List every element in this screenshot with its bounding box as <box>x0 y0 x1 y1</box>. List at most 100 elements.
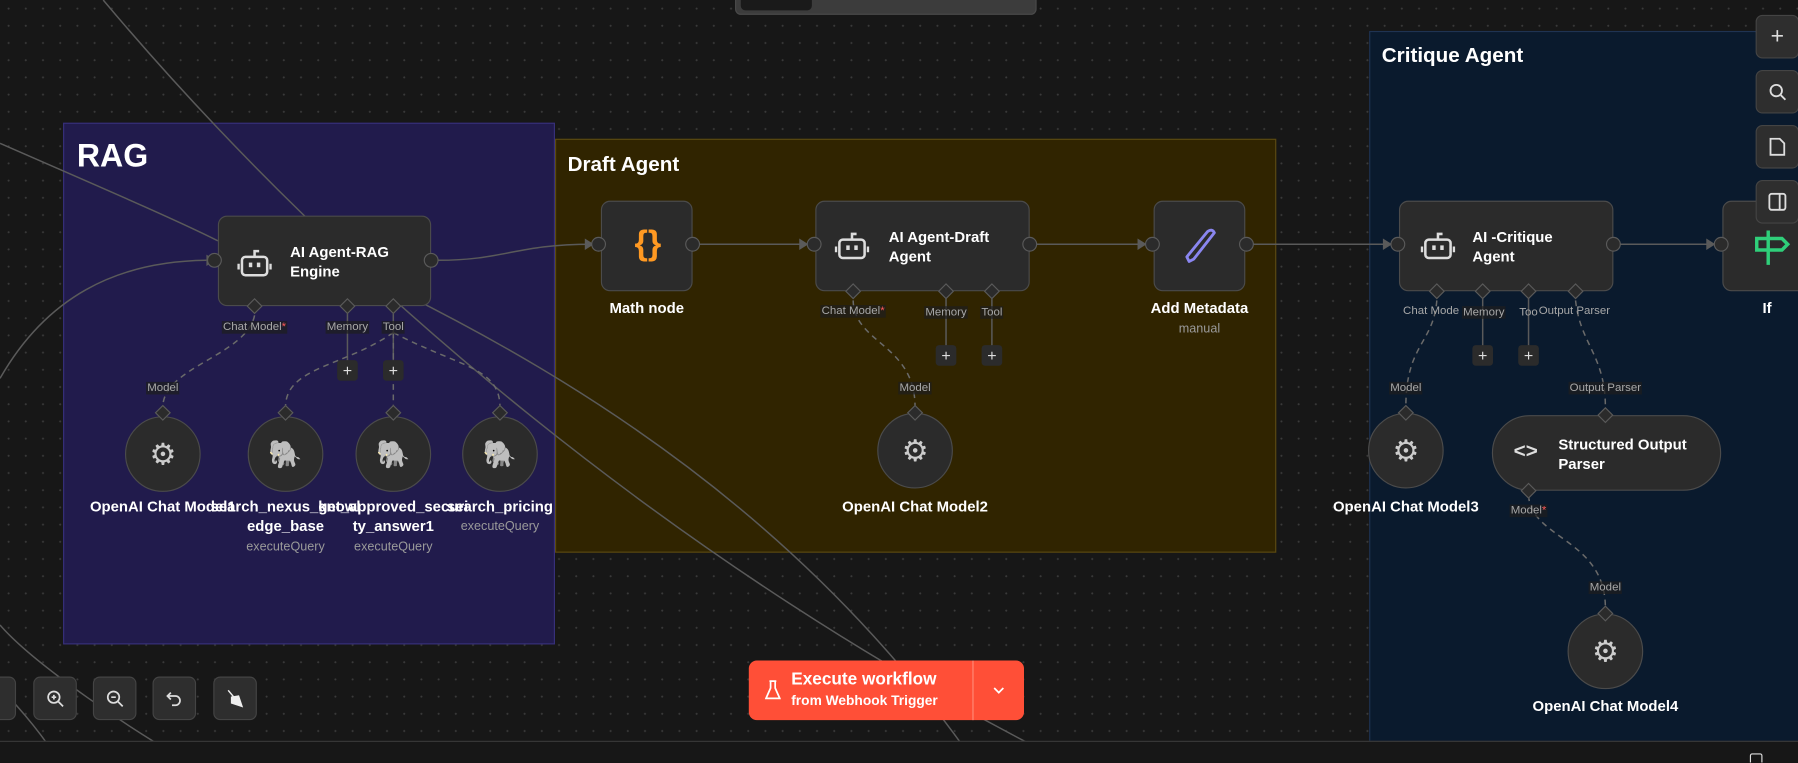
input-handle[interactable] <box>1144 236 1160 252</box>
search-icon <box>1769 83 1787 101</box>
add-tool-button[interactable]: + <box>981 345 1003 366</box>
node-openai-chat-model2[interactable]: ⚙ <box>877 412 953 489</box>
search-button[interactable] <box>1755 69 1798 114</box>
output-handle[interactable] <box>685 236 701 252</box>
robot-icon <box>834 232 870 260</box>
node-ai-agent-draft[interactable]: AI Agent-Draft Agent <box>815 200 1030 292</box>
port-label-model: Model <box>146 381 180 395</box>
port-label-model: Model* <box>1509 504 1548 518</box>
zoom-out-button[interactable] <box>92 676 137 721</box>
node-subtitle: manual <box>1178 322 1221 336</box>
node-name: get_approved_securi ty_answer1 <box>318 497 469 535</box>
node-name: OpenAI Chat Model4 <box>1532 697 1679 715</box>
add-memory-button[interactable]: + <box>935 345 957 366</box>
node-name: Math node <box>609 299 685 317</box>
output-handle[interactable] <box>1605 236 1621 252</box>
openai-icon: ⚙ <box>1392 432 1420 468</box>
chevron-down-icon[interactable] <box>974 660 1024 720</box>
execute-workflow-button[interactable]: Execute workflow from Webhook Trigger <box>748 660 1025 721</box>
node-search-pricing[interactable]: 🐘 <box>462 416 538 492</box>
undo-button[interactable] <box>152 676 197 721</box>
node-name: OpenAI Chat Model2 <box>842 497 988 515</box>
undo-icon <box>166 691 181 707</box>
execute-title: Execute workflow <box>791 669 937 690</box>
fit-view-button[interactable] <box>0 676 17 721</box>
postgres-icon: 🐘 <box>268 438 303 470</box>
node-subtitle: executeQuery <box>246 540 325 554</box>
port-label-tool: Tool <box>980 306 1004 319</box>
node-get-approved-security-answer[interactable]: 🐘 <box>355 416 432 492</box>
input-handle[interactable] <box>1713 236 1729 252</box>
node-title: AI Agent-Draft Agent <box>888 228 990 265</box>
input-handle[interactable] <box>806 236 822 252</box>
node-ai-critique-agent[interactable]: AI -Critique Agent <box>1398 200 1614 292</box>
edge-into-rag <box>0 259 207 379</box>
add-tool-button[interactable]: + <box>382 360 404 381</box>
openai-icon: ⚙ <box>901 432 929 468</box>
port-label-output-parser: Output Parser <box>1568 381 1643 395</box>
code-icon: <> <box>1513 439 1538 463</box>
bg-edge <box>0 142 219 242</box>
node-openai-chat-model4[interactable]: ⚙ <box>1567 613 1644 690</box>
node-openai-chat-model1[interactable]: ⚙ <box>124 416 201 492</box>
signpost-icon <box>1755 230 1791 265</box>
panel-icon <box>1768 192 1787 211</box>
node-name: If <box>1762 299 1772 317</box>
openai-icon: ⚙ <box>1592 633 1619 668</box>
node-openai-chat-model3[interactable]: ⚙ <box>1368 412 1444 489</box>
node-name: OpenAI Chat Model3 <box>1332 497 1479 515</box>
bottom-panel-bar[interactable] <box>0 740 1798 763</box>
note-icon <box>1769 137 1786 156</box>
port-label-model: Model <box>1389 381 1423 395</box>
node-subtitle: executeQuery <box>460 519 540 534</box>
dash-edge <box>392 331 501 408</box>
toggle-panel-button[interactable] <box>1755 180 1798 224</box>
zoom-in-button[interactable] <box>33 676 77 721</box>
node-title: AI Agent-RAG Engine <box>290 243 389 280</box>
robot-icon <box>237 249 272 277</box>
port-label-memory: Memory <box>924 306 968 319</box>
add-tool-button[interactable]: + <box>1518 345 1539 366</box>
node-structured-output-parser[interactable]: <> Structured Output Parser <box>1491 415 1722 491</box>
node-title: Structured Output Parser <box>1558 435 1687 473</box>
node-subtitle: executeQuery <box>354 540 433 554</box>
port-label-chat-model: Chat Mode <box>1403 305 1460 318</box>
node-ai-agent-rag[interactable]: AI Agent-RAG Engine <box>217 215 432 307</box>
plus-icon: + <box>1770 23 1785 49</box>
node-title: AI -Critique Agent <box>1472 228 1553 265</box>
edge-rag-math <box>438 243 592 262</box>
add-memory-button[interactable]: + <box>337 360 358 381</box>
tidy-up-button[interactable] <box>213 676 257 721</box>
port-label-memory: Memory <box>325 321 370 334</box>
add-memory-button[interactable]: + <box>1472 345 1494 366</box>
expand-icon[interactable] <box>1749 753 1763 763</box>
node-add-metadata[interactable] <box>1153 200 1246 292</box>
port-label-model: Model <box>1588 581 1623 594</box>
broom-icon <box>227 689 244 708</box>
port-label-model: Model <box>898 381 932 395</box>
node-name: search_pricing <box>446 497 553 515</box>
output-handle[interactable] <box>1239 236 1254 252</box>
openai-icon: ⚙ <box>149 436 177 471</box>
flask-icon <box>764 680 781 700</box>
input-handle[interactable] <box>206 252 222 268</box>
port-label-chat-model: Chat Model* <box>820 305 886 318</box>
node-search-knowledge-base[interactable]: 🐘 <box>247 416 324 492</box>
input-handle[interactable] <box>591 236 607 252</box>
port-label-output-parser: Output Parser <box>1538 305 1611 318</box>
execute-subtitle: from Webhook Trigger <box>791 692 938 709</box>
node-math[interactable]: {} <box>600 200 693 292</box>
robot-icon <box>1420 232 1456 260</box>
sticky-note-button[interactable] <box>1755 124 1798 169</box>
add-node-button[interactable]: + <box>1755 14 1798 59</box>
port-label-tool: Too <box>1519 306 1538 319</box>
port-label-tool: Tool <box>381 321 405 334</box>
braces-icon: {} <box>634 224 662 263</box>
zoom-in-icon <box>47 690 64 707</box>
output-handle[interactable] <box>1022 236 1038 252</box>
node-name: Add Metadata <box>1150 299 1249 317</box>
output-handle[interactable] <box>423 252 439 268</box>
postgres-icon: 🐘 <box>482 438 518 470</box>
input-handle[interactable] <box>1390 236 1406 252</box>
zoom-out-icon <box>106 690 124 707</box>
